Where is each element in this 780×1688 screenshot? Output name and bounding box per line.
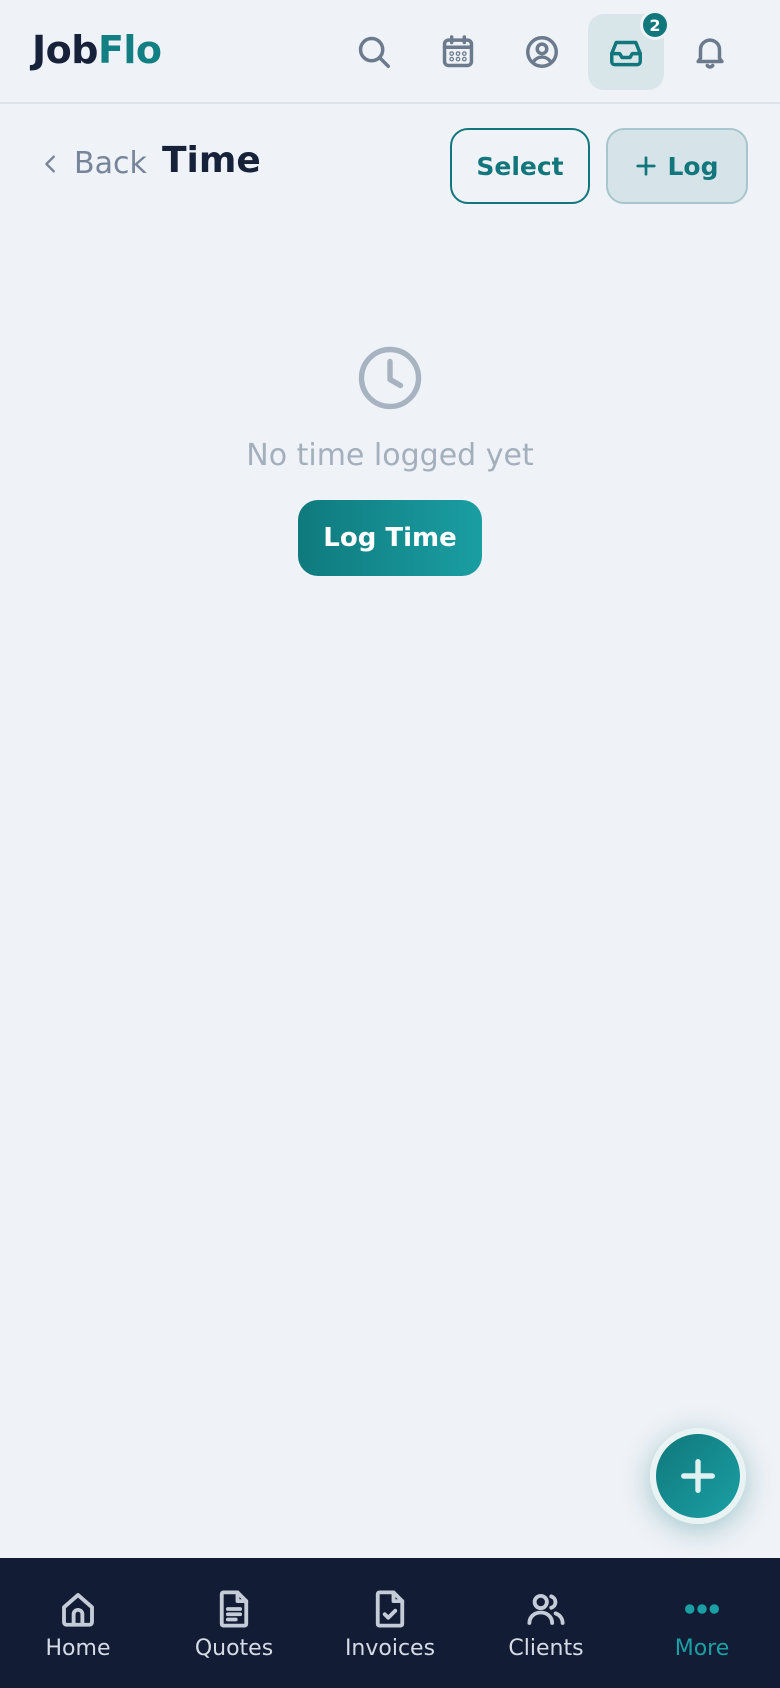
inbox-badge: 2 xyxy=(640,10,670,40)
document-icon xyxy=(219,1590,249,1628)
plus-icon xyxy=(636,156,657,176)
nav-item-quotes[interactable]: Quotes xyxy=(156,1558,312,1688)
log-button-label: Log xyxy=(667,151,719,181)
app-logo[interactable]: JobFlo xyxy=(32,28,162,72)
search-icon xyxy=(358,36,390,68)
nav-label-home: Home xyxy=(45,1636,111,1661)
nav-item-invoices[interactable]: Invoices xyxy=(312,1558,468,1688)
user-circle-icon xyxy=(526,36,558,68)
notifications-button[interactable] xyxy=(672,14,748,90)
bell-icon xyxy=(696,38,724,69)
users-icon xyxy=(527,1593,565,1625)
search-button[interactable] xyxy=(336,14,412,90)
logo-text-job: Job xyxy=(32,28,98,72)
more-dots-icon xyxy=(685,1604,719,1614)
nav-label-clients: Clients xyxy=(508,1636,584,1661)
page-title: Time xyxy=(162,140,261,181)
empty-state-message: No time logged yet xyxy=(246,438,534,473)
chevron-left-icon xyxy=(45,154,55,173)
nav-item-more[interactable]: More xyxy=(624,1558,780,1688)
log-time-button[interactable]: Log Time xyxy=(298,500,482,576)
nav-label-invoices: Invoices xyxy=(344,1636,436,1661)
top-header: JobFlo 2 xyxy=(0,0,780,104)
inbox-button[interactable]: 2 xyxy=(588,10,670,90)
bottom-navigation: Home Quotes Invoices Clients More xyxy=(0,1558,780,1688)
log-time-button-label: Log Time xyxy=(323,523,457,553)
logo-text-flo: Flo xyxy=(97,28,162,72)
nav-label-quotes: Quotes xyxy=(194,1636,274,1661)
plus-icon xyxy=(681,1459,715,1493)
nav-item-home[interactable]: Home xyxy=(0,1558,156,1688)
app-root: JobFlo 2 Back Time Select Log No time lo… xyxy=(0,0,780,1688)
empty-state-clock xyxy=(354,342,426,414)
calendar-button[interactable] xyxy=(420,14,496,90)
profile-button[interactable] xyxy=(504,14,580,90)
floating-add-button[interactable] xyxy=(650,1428,746,1524)
calendar-icon xyxy=(442,35,474,68)
inbox-icon xyxy=(610,40,642,67)
select-button[interactable]: Select xyxy=(450,128,590,204)
select-button-label: Select xyxy=(476,151,564,181)
back-button[interactable]: Back xyxy=(40,146,147,181)
log-button[interactable]: Log xyxy=(606,128,748,204)
back-label: Back xyxy=(74,146,147,181)
invoice-check-icon xyxy=(375,1590,405,1628)
nav-label-more: More xyxy=(674,1636,730,1661)
home-icon xyxy=(62,1593,94,1627)
clock-icon xyxy=(358,346,422,410)
nav-item-clients[interactable]: Clients xyxy=(468,1558,624,1688)
